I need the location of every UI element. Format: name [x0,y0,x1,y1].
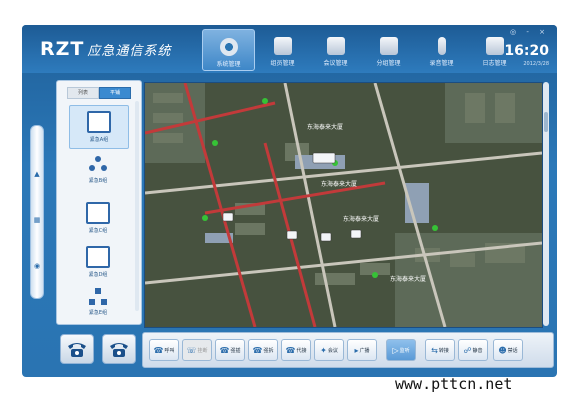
hangup-label: 挂断 [197,347,208,354]
clock-time: 16:20 [504,43,549,59]
force-release-icon: ☎ [252,345,263,355]
satellite-map[interactable]: 东海泰来大厦 东海泰来大厦 东海泰来大厦 东海泰来大厦 [144,82,543,328]
nav-meeting-management[interactable]: 会议管理 [310,29,361,69]
monitor-button[interactable]: ▷ 监听 [386,339,416,361]
mute-button[interactable]: ☍ 静音 [458,339,488,361]
group-label: 紧急E组 [88,310,108,316]
group-item-d[interactable]: 紧急D组 [69,241,127,283]
network-icon [88,288,108,306]
tab-tile[interactable]: 平铺 [99,87,131,99]
mute-label: 静音 [472,347,483,354]
nav-member-management[interactable]: 组员管理 [257,29,308,69]
pickup-button[interactable]: ☎ 代接 [281,339,311,361]
barge-in-label: 强插 [230,347,241,354]
call-label: 呼叫 [164,347,175,354]
group-label: 紧急A组 [89,137,109,143]
transfer-icon: ⇆ [431,345,438,355]
members-icon [273,37,292,55]
map-place-label: 东海泰来大厦 [343,215,379,223]
handset-icon: ☎ [153,345,164,355]
monitor-icon: ▷ [392,345,399,355]
monitor-pair-icon [86,202,110,224]
view-tabs: 列表 平铺 [67,87,131,99]
block-label: 禁话 [507,347,518,354]
group-label: 紧急C组 [88,228,108,234]
group-item-c[interactable]: 紧急C组 [69,197,127,239]
nav-group-management[interactable]: 分组管理 [363,29,414,69]
transfer-button[interactable]: ⇆ 转接 [425,339,455,361]
phone-button-1[interactable] [60,334,94,364]
map-scrollbar[interactable] [543,82,549,326]
map-canvas[interactable]: 东海泰来大厦 东海泰来大厦 东海泰来大厦 东海泰来大厦 [145,83,542,327]
left-toggle-strip[interactable]: ▲ ▦ ◉ [30,125,44,299]
nav-label: 录音管理 [429,60,454,67]
force-release-button[interactable]: ☎ 强拆 [248,339,278,361]
grid-icon[interactable]: ▦ [33,216,41,224]
group-item-a[interactable]: 紧急A组 [69,105,129,149]
app-title: 应急通信系统 [87,44,172,59]
tab-list[interactable]: 列表 [67,87,99,99]
window-controls[interactable]: ◎ - × [510,28,549,36]
block-button[interactable]: ☻ 禁话 [493,339,523,361]
broadcast-icon: ▸ [354,345,359,355]
meeting-icon [326,37,345,55]
gear-icon [219,38,238,56]
main-nav: 系统管理 组员管理 会议管理 分组管理 录音管理 日志管理 [202,29,522,71]
barge-in-button[interactable]: ☎ 强插 [215,339,245,361]
nav-label: 分组管理 [376,60,401,67]
group-item-e[interactable]: 紧急E组 [69,283,127,325]
conference-label: 会议 [327,347,338,354]
phone-buttons [56,329,140,369]
hangup-button[interactable]: ☏ 挂断 [182,339,212,361]
nav-recording-management[interactable]: 录音管理 [416,29,467,69]
terminal-icon [86,246,110,268]
terminal-icon [87,111,111,133]
group-manage-icon [379,37,398,55]
map-place-label: 东海泰来大厦 [307,123,343,131]
panel-scrollbar[interactable] [135,101,139,311]
block-icon: ☻ [498,345,507,355]
transfer-label: 转接 [438,347,449,354]
group-panel: 列表 平铺 紧急A组 紧急B组 紧急C组 紧急D组 紧急E组 [56,80,142,325]
title-bar: RZT 应急通信系统 系统管理 组员管理 会议管理 分组管理 录音管理 日志管理 … [22,25,557,73]
pickup-label: 代接 [296,347,307,354]
map-place-label: 东海泰来大厦 [390,275,426,283]
mute-icon: ☍ [463,345,472,355]
clock-date: 2012/3/28 [523,61,549,67]
nav-label: 系统管理 [216,61,241,68]
group-item-b[interactable]: 紧急B组 [69,151,127,193]
log-icon [485,37,504,55]
broadcast-button[interactable]: ▸ 广播 [347,339,377,361]
globe-icon[interactable]: ◉ [33,262,41,270]
watermark: www.pttcn.net [395,375,513,393]
telephone-icon [110,343,128,357]
nav-label: 会议管理 [323,60,348,67]
conference-button[interactable]: ✦ 会议 [314,339,344,361]
phone-button-2[interactable] [102,334,136,364]
app-window: RZT 应急通信系统 系统管理 组员管理 会议管理 分组管理 录音管理 日志管理 … [22,25,557,377]
map-scroll-thumb[interactable] [544,112,548,132]
nav-system-management[interactable]: 系统管理 [202,29,255,71]
brand-text: RZT [40,38,85,60]
call-toolbar: ☎ 呼叫 ☏ 挂断 ☎ 强插 ☎ 强拆 ☎ 代接 ✦ 会议 ▸ 广播 ▷ 监听 ⇆ 转接 ☍ 静音 … [142,332,554,368]
group-label: 紧急B组 [88,178,108,184]
people-icon [88,156,108,174]
monitor-label: 监听 [399,347,410,354]
group-label: 紧急D组 [88,272,108,278]
nav-label: 日志管理 [482,60,507,67]
broadcast-label: 广播 [359,347,370,354]
map-place-label: 东海泰来大厦 [321,180,357,188]
pickup-icon: ☎ [285,345,296,355]
force-release-label: 强拆 [263,347,274,354]
nav-label: 组员管理 [270,60,295,67]
app-logo: RZT 应急通信系统 [40,38,171,60]
telephone-icon [68,343,86,357]
barge-in-icon: ☎ [219,345,230,355]
call-button[interactable]: ☎ 呼叫 [149,339,179,361]
hangup-icon: ☏ [186,345,197,355]
conference-icon: ✦ [320,345,327,355]
microphone-icon [437,37,446,55]
person-icon[interactable]: ▲ [33,170,41,178]
